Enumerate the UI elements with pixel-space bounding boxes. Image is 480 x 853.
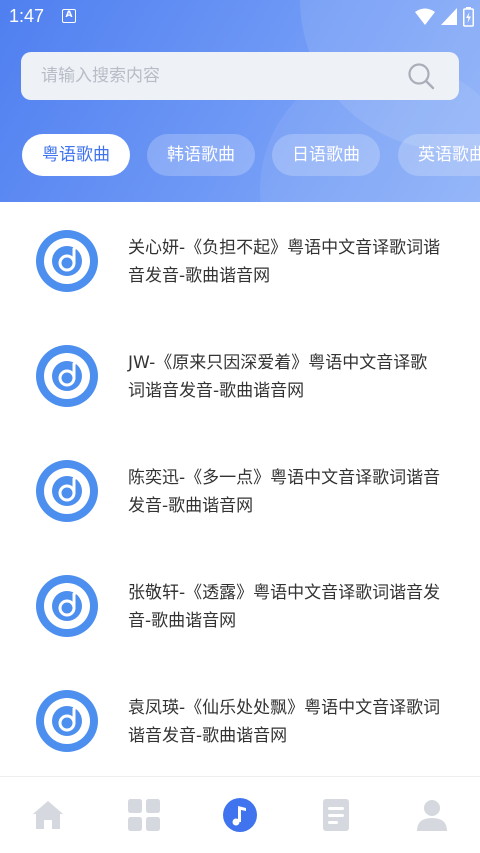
grid-icon[interactable] bbox=[126, 797, 162, 833]
song-title: JW-《原来只因深爱着》粤语中文音译歌词谐音发音-歌曲谐音网 bbox=[128, 353, 428, 401]
tab-korean[interactable]: 韩语歌曲 bbox=[147, 134, 255, 176]
search-bar[interactable] bbox=[21, 52, 459, 100]
user-icon[interactable] bbox=[414, 797, 450, 833]
wifi-icon bbox=[415, 8, 435, 25]
tab-english[interactable]: 英语歌曲 bbox=[398, 134, 480, 176]
music-disc-icon bbox=[36, 345, 98, 407]
search-icon[interactable] bbox=[407, 62, 435, 90]
battery-icon bbox=[463, 7, 474, 27]
list-item[interactable]: 关心妍-《负担不起》粤语中文音译歌词谐音发音-歌曲谐音网 bbox=[0, 202, 480, 317]
status-icons bbox=[415, 7, 474, 27]
song-title: 关心妍-《负担不起》粤语中文音译歌词谐音发音-歌曲谐音网 bbox=[128, 238, 441, 286]
music-disc-icon bbox=[36, 460, 98, 522]
search-input[interactable] bbox=[21, 52, 401, 100]
list-item[interactable]: 张敬轩-《透露》粤语中文音译歌词谐音发音-歌曲谐音网 bbox=[0, 547, 480, 662]
category-tabs: 粤语歌曲 韩语歌曲 日语歌曲 英语歌曲 bbox=[0, 134, 480, 178]
music-note-icon[interactable] bbox=[222, 797, 258, 833]
list-item[interactable]: 袁凤瑛-《仙乐处处飘》粤语中文音译歌词谐音发音-歌曲谐音网 bbox=[0, 662, 480, 777]
list-item[interactable]: 陈奕迅-《多一点》粤语中文音译歌词谐音发音-歌曲谐音网 bbox=[0, 432, 480, 547]
document-icon[interactable] bbox=[318, 797, 354, 833]
status-bar: 1:47 A bbox=[0, 0, 480, 34]
music-disc-icon bbox=[36, 230, 98, 292]
status-time: 1:47 bbox=[9, 6, 45, 26]
song-title: 袁凤瑛-《仙乐处处飘》粤语中文音译歌词谐音发音-歌曲谐音网 bbox=[128, 698, 441, 746]
music-disc-icon bbox=[36, 575, 98, 637]
music-disc-icon bbox=[36, 690, 98, 752]
tab-japanese[interactable]: 日语歌曲 bbox=[272, 134, 380, 176]
list-item[interactable]: JW-《原来只因深爱着》粤语中文音译歌词谐音发音-歌曲谐音网 bbox=[0, 317, 480, 432]
notification-icon: A bbox=[62, 9, 76, 23]
song-title: 张敬轩-《透露》粤语中文音译歌词谐音发音-歌曲谐音网 bbox=[128, 583, 441, 631]
home-icon[interactable] bbox=[30, 797, 66, 833]
tab-cantonese[interactable]: 粤语歌曲 bbox=[22, 134, 130, 176]
song-title: 陈奕迅-《多一点》粤语中文音译歌词谐音发音-歌曲谐音网 bbox=[128, 468, 441, 516]
cell-signal-icon bbox=[441, 8, 457, 25]
bottom-nav bbox=[0, 777, 480, 853]
